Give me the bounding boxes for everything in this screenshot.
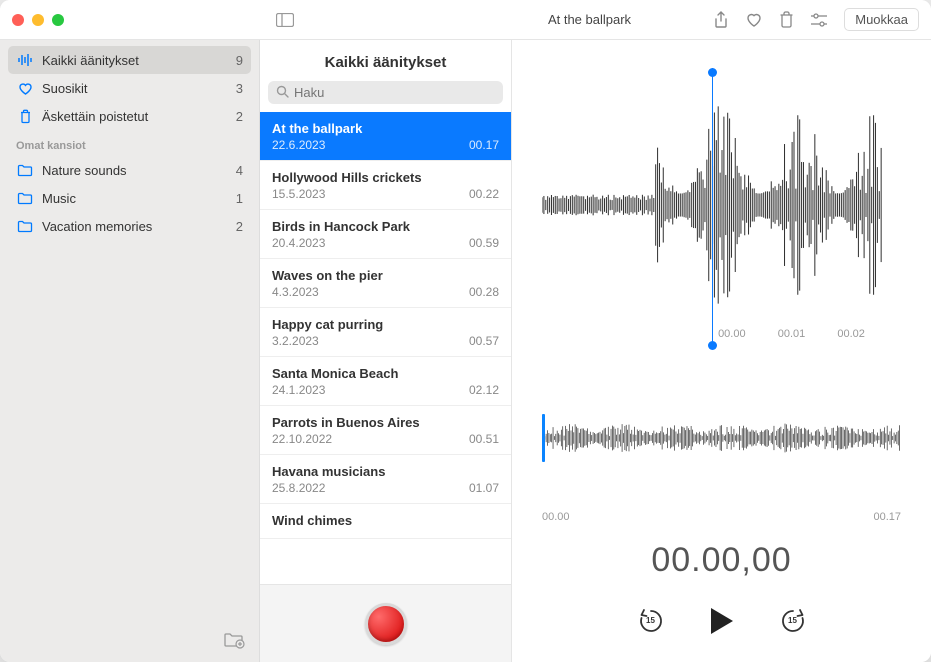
recording-date: 15.5.2023 bbox=[272, 187, 325, 201]
recording-title: At the ballpark bbox=[272, 121, 499, 136]
sidebar-item-count: 9 bbox=[236, 53, 243, 68]
recording-date: 24.1.2023 bbox=[272, 383, 325, 397]
sidebar-item-trash[interactable]: Äskettäin poistetut2 bbox=[8, 102, 251, 130]
sidebar-folder-item[interactable]: Music1 bbox=[8, 184, 251, 212]
time-mark: 00.02 bbox=[837, 328, 865, 340]
recording-title: Hollywood Hills crickets bbox=[272, 170, 499, 185]
overview-time-start: 00.00 bbox=[542, 511, 570, 523]
titlebar: At the ballpark Muokkaa bbox=[0, 0, 931, 40]
recording-date: 25.8.2022 bbox=[272, 481, 325, 495]
sidebar-item-count: 1 bbox=[236, 191, 243, 206]
recording-duration: 00.17 bbox=[469, 138, 499, 152]
sidebar-item-waveform[interactable]: Kaikki äänitykset9 bbox=[8, 46, 251, 74]
sidebar-item-label: Suosikit bbox=[42, 81, 236, 96]
recording-title: Wind chimes bbox=[272, 513, 499, 528]
fullscreen-window-button[interactable] bbox=[52, 14, 64, 26]
trash-icon bbox=[16, 109, 34, 124]
sidebar-item-count: 4 bbox=[236, 163, 243, 178]
recording-duration: 02.12 bbox=[469, 383, 499, 397]
skip-back-button[interactable]: 15 bbox=[638, 608, 664, 634]
recording-title: Happy cat purring bbox=[272, 317, 499, 332]
recording-item[interactable]: Santa Monica Beach 24.1.2023 02.12 bbox=[260, 357, 511, 406]
folder-icon bbox=[16, 192, 34, 205]
recording-title: Santa Monica Beach bbox=[272, 366, 499, 381]
close-window-button[interactable] bbox=[12, 14, 24, 26]
trash-icon[interactable] bbox=[779, 11, 794, 28]
sidebar-folder-item[interactable]: Vacation memories2 bbox=[8, 212, 251, 240]
edit-button[interactable]: Muokkaa bbox=[844, 8, 919, 31]
play-button[interactable] bbox=[708, 606, 736, 636]
record-button[interactable] bbox=[365, 603, 407, 645]
sidebar-folders-header: Omat kansiot bbox=[8, 130, 251, 156]
recording-item[interactable]: Waves on the pier 4.3.2023 00.28 bbox=[260, 259, 511, 308]
recording-item[interactable]: Birds in Hancock Park 20.4.2023 00.59 bbox=[260, 210, 511, 259]
sidebar-item-label: Äskettäin poistetut bbox=[42, 109, 236, 124]
recording-date: 22.10.2022 bbox=[272, 432, 332, 446]
recording-item[interactable]: Havana musicians 25.8.2022 01.07 bbox=[260, 455, 511, 504]
waveform-overview[interactable] bbox=[512, 394, 931, 505]
sidebar-toggle-icon[interactable] bbox=[276, 13, 294, 27]
recording-duration: 00.57 bbox=[469, 334, 499, 348]
recording-duration: 00.28 bbox=[469, 285, 499, 299]
detail-pane: 00.00 00.01 00.02 00.00 00.17 00.00,00 15 bbox=[512, 40, 931, 662]
sidebar-item-count: 3 bbox=[236, 81, 243, 96]
recording-duration: 00.59 bbox=[469, 236, 499, 250]
app-window: At the ballpark Muokkaa Kaikki äänityk bbox=[0, 0, 931, 662]
recording-date: 4.3.2023 bbox=[272, 285, 319, 299]
recording-duration: 00.51 bbox=[469, 432, 499, 446]
timecode-display: 00.00,00 bbox=[512, 523, 931, 590]
new-folder-icon[interactable] bbox=[223, 632, 245, 650]
settings-sliders-icon[interactable] bbox=[810, 13, 828, 27]
recording-duration: 00.22 bbox=[469, 187, 499, 201]
recording-item[interactable]: Happy cat purring 3.2.2023 00.57 bbox=[260, 308, 511, 357]
list-header: Kaikki äänitykset bbox=[260, 40, 511, 81]
sidebar-item-heart[interactable]: Suosikit3 bbox=[8, 74, 251, 102]
heart-icon bbox=[16, 82, 34, 95]
minimize-window-button[interactable] bbox=[32, 14, 44, 26]
recording-title: Waves on the pier bbox=[272, 268, 499, 283]
recording-date: 22.6.2023 bbox=[272, 138, 325, 152]
recording-item[interactable]: At the ballpark 22.6.2023 00.17 bbox=[260, 112, 511, 161]
folder-icon bbox=[16, 220, 34, 233]
share-icon[interactable] bbox=[713, 11, 729, 29]
recording-item[interactable]: Wind chimes bbox=[260, 504, 511, 539]
recording-date: 20.4.2023 bbox=[272, 236, 325, 250]
recording-title: Havana musicians bbox=[272, 464, 499, 479]
overview-time-end: 00.17 bbox=[873, 511, 901, 523]
recording-title: Birds in Hancock Park bbox=[272, 219, 499, 234]
recording-title: Parrots in Buenos Aires bbox=[272, 415, 499, 430]
sidebar-item-count: 2 bbox=[236, 109, 243, 124]
waveform-zoomed[interactable]: 00.00 00.01 00.02 bbox=[512, 40, 931, 394]
folder-icon bbox=[16, 164, 34, 177]
playback-controls: 15 15 bbox=[512, 590, 931, 662]
search-input[interactable] bbox=[268, 81, 503, 104]
recording-item[interactable]: Parrots in Buenos Aires 22.10.2022 00.51 bbox=[260, 406, 511, 455]
recording-duration: 01.07 bbox=[469, 481, 499, 495]
traffic-lights bbox=[12, 14, 64, 26]
sidebar-item-count: 2 bbox=[236, 219, 243, 234]
search-icon bbox=[276, 85, 289, 98]
record-footer bbox=[260, 584, 511, 662]
recording-date: 3.2.2023 bbox=[272, 334, 319, 348]
waveform-icon bbox=[16, 54, 34, 66]
favorite-heart-icon[interactable] bbox=[745, 12, 763, 28]
time-mark: 00.00 bbox=[718, 328, 746, 340]
time-mark: 00.01 bbox=[778, 328, 806, 340]
recordings-list-pane: Kaikki äänitykset At the ballpark 22.6.20… bbox=[260, 40, 512, 662]
playhead[interactable] bbox=[712, 68, 713, 346]
sidebar-item-label: Vacation memories bbox=[42, 219, 236, 234]
recording-item[interactable]: Hollywood Hills crickets 15.5.2023 00.22 bbox=[260, 161, 511, 210]
window-title: At the ballpark bbox=[548, 12, 631, 27]
sidebar-item-label: Nature sounds bbox=[42, 163, 236, 178]
skip-forward-button[interactable]: 15 bbox=[780, 608, 806, 634]
sidebar-folder-item[interactable]: Nature sounds4 bbox=[8, 156, 251, 184]
sidebar: Kaikki äänitykset9Suosikit3Äskettäin poi… bbox=[0, 40, 260, 662]
sidebar-item-label: Kaikki äänitykset bbox=[42, 53, 236, 68]
sidebar-item-label: Music bbox=[42, 191, 236, 206]
playhead-overview[interactable] bbox=[542, 414, 545, 462]
